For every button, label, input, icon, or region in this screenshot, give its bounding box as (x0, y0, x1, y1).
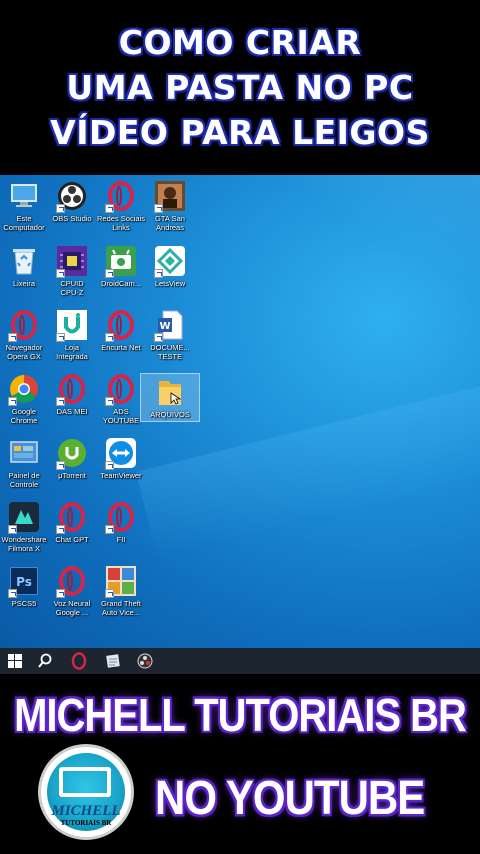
photoshop-icon: Ps (8, 565, 40, 598)
logo-subtitle: TUTORIAIS BR (60, 819, 112, 827)
title-line-1: COMO CRIAR (118, 23, 362, 62)
folder-icon (154, 376, 186, 408)
channel-banner: MICHELL TUTORIAIS BR MICHELL TUTORIAIS B… (0, 674, 480, 854)
obs-icon (56, 180, 88, 213)
search-icon[interactable] (36, 652, 54, 670)
desktop-icon-letsview[interactable]: LetsView (140, 245, 200, 288)
windows-start-icon[interactable] (6, 652, 24, 670)
recycle-bin-icon (8, 245, 40, 277)
opera-icon (56, 373, 88, 406)
opera-icon (8, 309, 40, 342)
svg-text:W: W (159, 321, 170, 332)
obs-taskbar-icon[interactable] (136, 652, 154, 670)
filmora-icon (8, 501, 40, 534)
channel-platform: NO YOUTUBE (155, 770, 425, 825)
windows-desktop[interactable]: Este Computador OBS Studio Redes Sociais… (0, 175, 480, 648)
logo-name: MICHELL (51, 803, 121, 819)
desktop-icon-teamviewer[interactable]: TeamViewer (91, 437, 151, 480)
chrome-icon (8, 373, 40, 406)
desktop-icon-gta-vice-city[interactable]: Grand Theft Auto Vice... (91, 565, 151, 617)
control-panel-icon (8, 437, 40, 469)
windows-taskbar (0, 648, 480, 674)
channel-logo: MICHELL TUTORIAIS BR (38, 744, 134, 840)
svg-text:Ps: Ps (16, 575, 32, 589)
droidcam-icon (105, 245, 137, 278)
teamviewer-icon (105, 437, 137, 470)
title-line-3: VÍDEO PARA LEIGOS (50, 113, 430, 152)
opera-gx-icon[interactable] (70, 652, 88, 670)
utorrent-icon (56, 437, 88, 470)
word-document-icon: W (154, 309, 186, 342)
title-line-2: UMA PASTA NO PC (66, 68, 414, 107)
notepad-icon[interactable] (104, 652, 122, 670)
loja-integrada-icon (56, 309, 88, 342)
computer-icon (8, 180, 40, 212)
cpuz-icon (56, 245, 88, 278)
channel-name: MICHELL TUTORIAIS BR (14, 690, 467, 742)
monitor-icon (59, 767, 111, 797)
video-title: COMO CRIAR UMA PASTA NO PC VÍDEO PARA LE… (0, 0, 480, 175)
letsview-icon (154, 245, 186, 278)
desktop-icon-arquivos-selected[interactable]: ARQUIVOS (140, 373, 200, 422)
opera-icon (105, 501, 137, 534)
desktop-icon-fii[interactable]: FII (91, 501, 151, 544)
opera-icon (105, 180, 137, 213)
desktop-icon-gta-san-andreas[interactable]: GTA San Andreas (140, 180, 200, 232)
gta-vice-icon (105, 565, 137, 598)
gta-icon (154, 180, 186, 213)
opera-icon (56, 565, 88, 598)
desktop-icon-documento-teste[interactable]: W DOCUME... TESTE (140, 309, 200, 361)
opera-icon (105, 309, 137, 342)
opera-icon (105, 373, 137, 406)
opera-icon (56, 501, 88, 534)
